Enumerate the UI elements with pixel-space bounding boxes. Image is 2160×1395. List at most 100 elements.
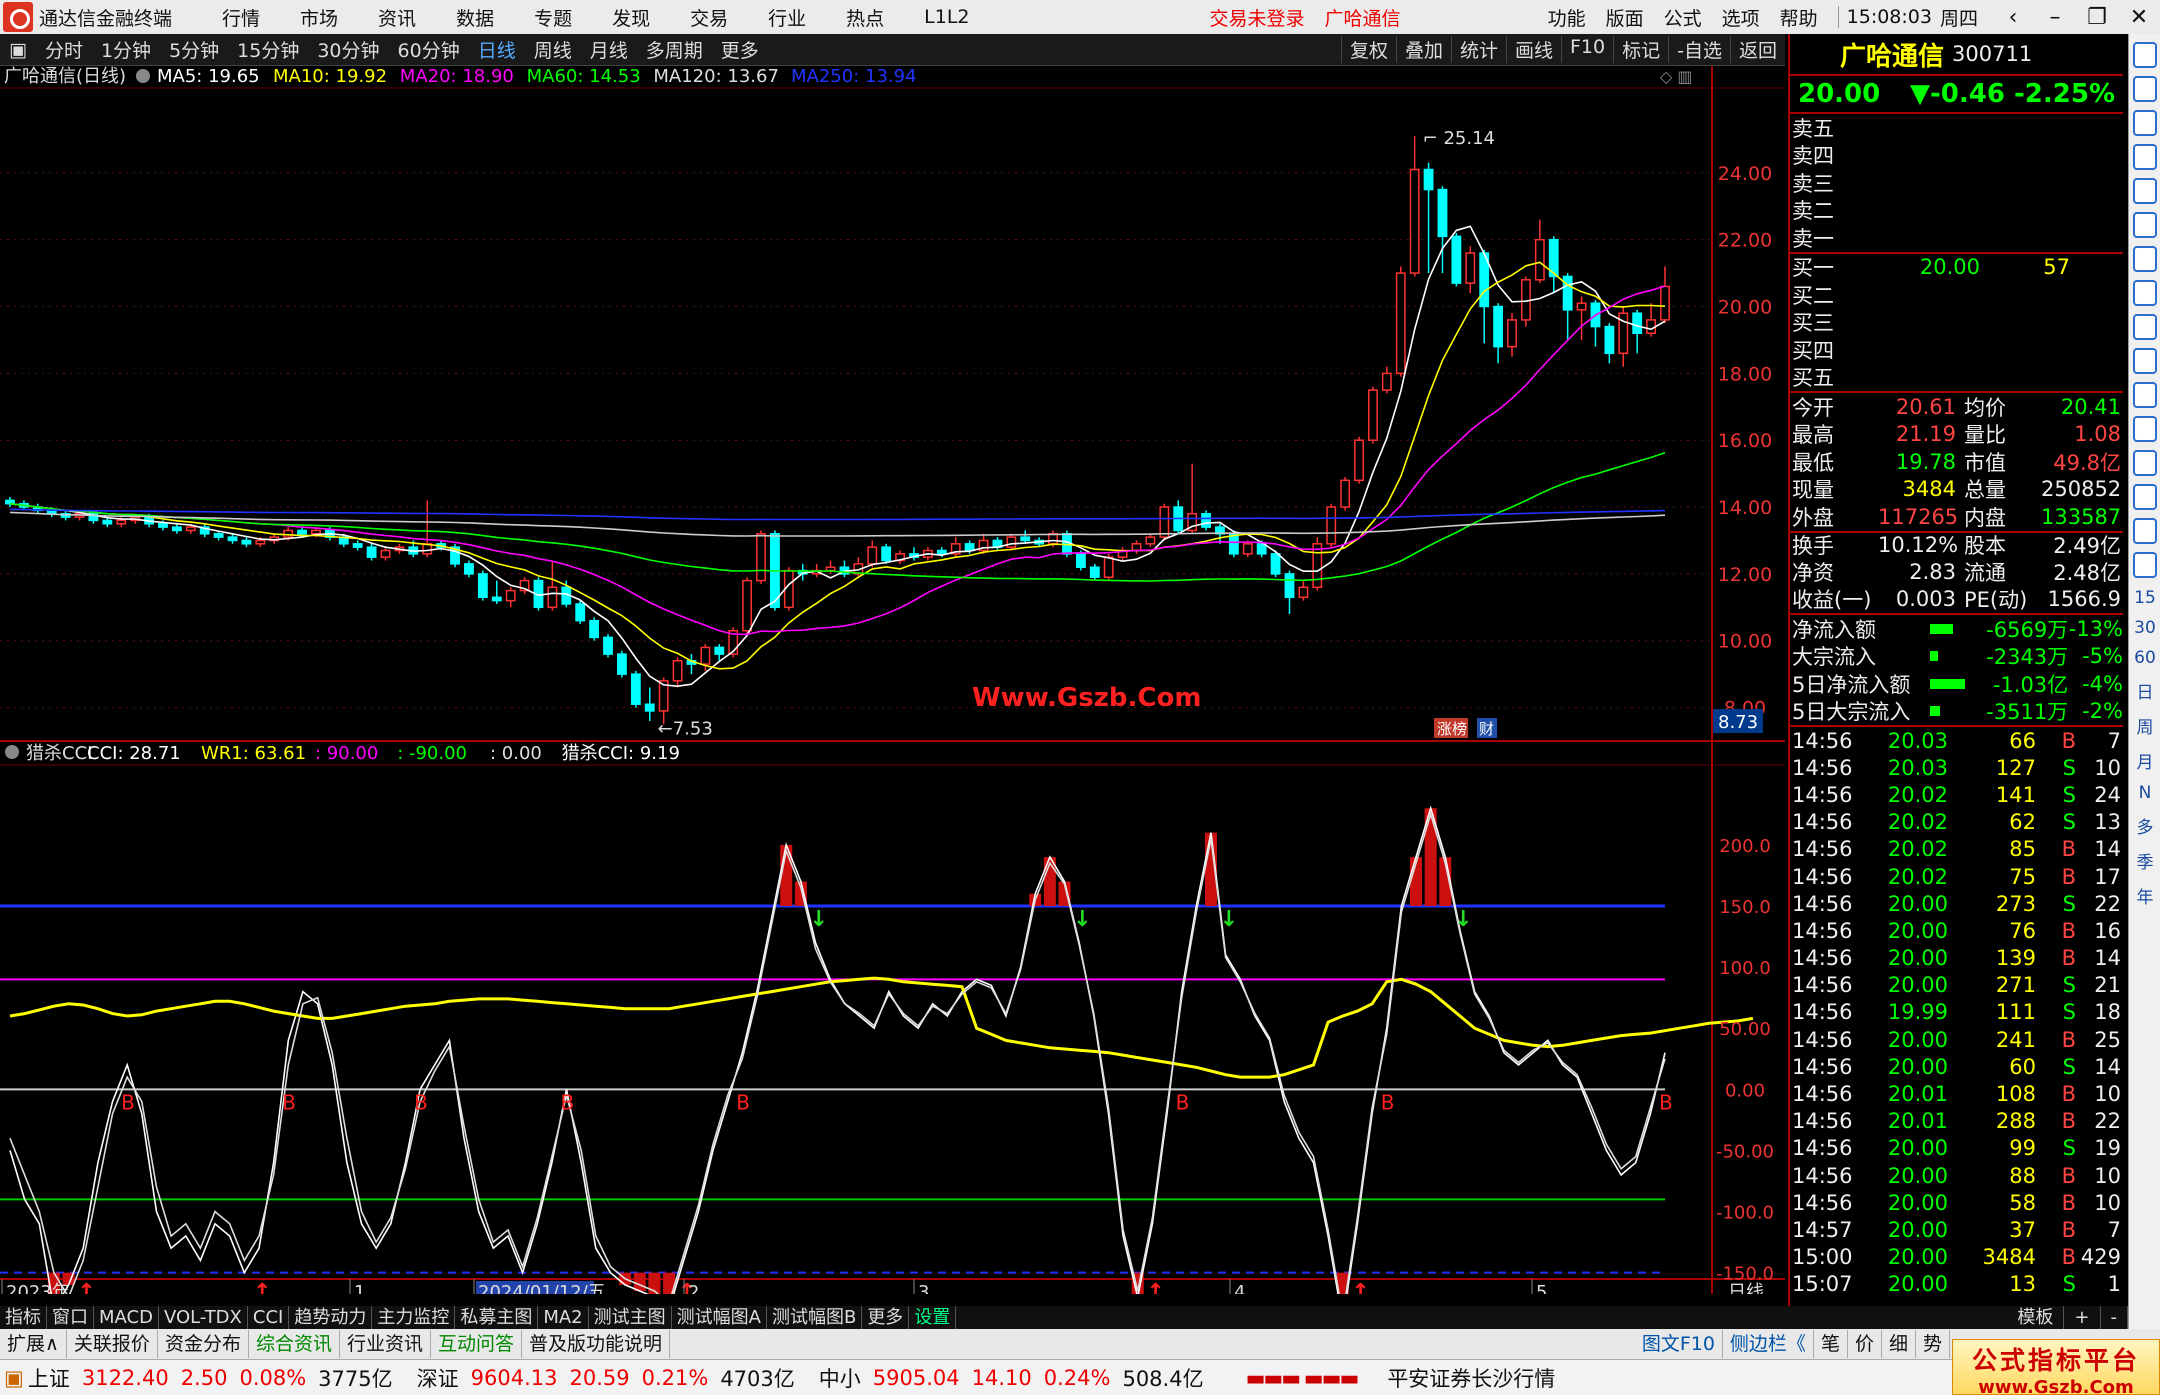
legend-toggle-icon[interactable]: [136, 69, 150, 83]
tick-row[interactable]: 15:00 20.00 3484 B 429: [1790, 1244, 2123, 1271]
side-period-7[interactable]: 多: [2129, 813, 2160, 838]
period-tab-3[interactable]: 15分钟: [228, 36, 308, 63]
tick-row[interactable]: 14:56 20.00 88 B 10: [1790, 1162, 2123, 1189]
side-period-1[interactable]: 30: [2129, 618, 2160, 638]
doc-icon[interactable]: [2132, 348, 2157, 374]
tick-row[interactable]: 14:56 20.00 273 S 22: [1790, 890, 2123, 917]
tick-row[interactable]: 14:56 20.03 127 S 10: [1790, 754, 2123, 781]
tick-list[interactable]: 14:56 20.03 66 B 7 14:56 20.03 127 S 10 14:56 20.02…: [1790, 725, 2123, 1298]
period-tab-1[interactable]: 1分钟: [92, 36, 160, 63]
menu-0[interactable]: 行情: [222, 4, 260, 31]
indicator-tab-9[interactable]: 测试主图: [589, 1306, 672, 1329]
side-tab-2[interactable]: 笔: [1814, 1330, 1848, 1358]
tick-row[interactable]: 14:56 20.00 58 B 10: [1790, 1189, 2123, 1216]
tick-row[interactable]: 14:56 20.02 141 S 24: [1790, 781, 2123, 808]
right-menu-4[interactable]: 帮助: [1780, 4, 1818, 31]
info-tab-1[interactable]: 关联报价: [67, 1330, 158, 1358]
side-period-8[interactable]: 季: [2129, 848, 2160, 873]
chart-pin-icon[interactable]: ◇ ▥: [1660, 67, 1693, 86]
info-tab-4[interactable]: 行业资讯: [340, 1330, 431, 1358]
chart-icon[interactable]: [2132, 382, 2157, 408]
indicator-tab-7[interactable]: 私募主图: [455, 1306, 539, 1329]
chart-tool-3[interactable]: 画线: [1505, 36, 1561, 63]
tick-row[interactable]: 14:56 20.01 108 B 10: [1790, 1080, 2123, 1107]
side-period-9[interactable]: 年: [2129, 883, 2160, 908]
chart-tool-5[interactable]: 标记: [1613, 36, 1668, 63]
template-control-1[interactable]: +: [2064, 1306, 2101, 1329]
menu-5[interactable]: 发现: [612, 4, 650, 31]
tick-row[interactable]: 14:56 20.00 76 B 16: [1790, 917, 2123, 944]
side-tab-3[interactable]: 价: [1848, 1330, 1882, 1358]
side-period-6[interactable]: N: [2129, 783, 2160, 803]
indicator-tab-8[interactable]: MA2: [538, 1306, 589, 1329]
right-menu-3[interactable]: 选项: [1722, 4, 1760, 31]
period-tab-6[interactable]: 日线: [469, 36, 525, 63]
right-menu-2[interactable]: 公式: [1664, 4, 1702, 31]
period-tab-8[interactable]: 月线: [581, 36, 637, 63]
indicator-tab-6[interactable]: 主力监控: [372, 1306, 456, 1329]
side-period-4[interactable]: 周: [2129, 713, 2160, 738]
menu-6[interactable]: 交易: [690, 4, 728, 31]
trend-icon[interactable]: [2132, 212, 2157, 238]
period-tab-0[interactable]: 分时: [36, 36, 92, 63]
list-icon[interactable]: [2132, 280, 2157, 306]
chart-tool-6[interactable]: -自选: [1668, 36, 1730, 63]
back-icon[interactable]: ‹: [1992, 5, 2034, 30]
tick-row[interactable]: 15:07 20.00 13 S 1: [1790, 1271, 2123, 1298]
side-tab-5[interactable]: 势: [1916, 1330, 1950, 1358]
side-period-0[interactable]: 15: [2129, 588, 2160, 608]
kline-icon[interactable]: [2132, 144, 2157, 170]
menu-4[interactable]: 专题: [534, 4, 572, 31]
period-tab-5[interactable]: 60分钟: [389, 36, 469, 63]
menu-1[interactable]: 市场: [300, 4, 338, 31]
info-tab-6[interactable]: 普及版功能说明: [522, 1330, 671, 1358]
tick-row[interactable]: 14:56 19.99 111 S 18: [1790, 999, 2123, 1026]
tick-row[interactable]: 14:56 20.03 66 B 7: [1790, 727, 2123, 754]
tick-row[interactable]: 14:56 20.00 241 B 25: [1790, 1026, 2123, 1053]
indicator-tab-4[interactable]: CCI: [248, 1306, 290, 1329]
cci-legend-toggle-icon[interactable]: [5, 745, 19, 759]
up-icon[interactable]: [2132, 76, 2157, 102]
period-tab-7[interactable]: 周线: [525, 36, 581, 63]
login-status[interactable]: 交易未登录: [1210, 4, 1305, 31]
menu-9[interactable]: L1L2: [924, 6, 969, 28]
tick-row[interactable]: 14:56 20.00 139 B 14: [1790, 945, 2123, 972]
minimize-icon[interactable]: –: [2034, 5, 2076, 30]
side-tab-0[interactable]: 图文F10: [1635, 1330, 1723, 1358]
right-menu-0[interactable]: 功能: [1548, 4, 1586, 31]
period-tab-10[interactable]: 更多: [712, 36, 768, 63]
table-icon[interactable]: [2132, 178, 2157, 204]
tick-row[interactable]: 14:56 20.02 62 S 13: [1790, 809, 2123, 836]
period-tab-4[interactable]: 30分钟: [308, 36, 388, 63]
indicator-tab-12[interactable]: 更多: [862, 1306, 910, 1329]
buy-row[interactable]: 买三: [1790, 309, 2123, 337]
tool-icon[interactable]: [2132, 42, 2157, 68]
indicator-tab-0[interactable]: 指标: [0, 1306, 47, 1329]
indicator-tab-11[interactable]: 测试幅图B: [767, 1306, 863, 1329]
buy-row[interactable]: 买五: [1790, 364, 2123, 392]
tick-row[interactable]: 14:56 20.01 288 B 22: [1790, 1108, 2123, 1135]
panel-toggle-icon[interactable]: ▣: [0, 39, 36, 61]
down-icon[interactable]: [2132, 110, 2157, 136]
side-period-5[interactable]: 月: [2129, 748, 2160, 773]
info-tab-5[interactable]: 互动问答: [431, 1330, 522, 1358]
chart-tool-7[interactable]: 返回: [1729, 36, 1785, 63]
period-tab-2[interactable]: 5分钟: [160, 36, 228, 63]
side-period-3[interactable]: 日: [2129, 678, 2160, 703]
tick-row[interactable]: 14:56 20.02 75 B 17: [1790, 863, 2123, 890]
chart-tool-2[interactable]: 统计: [1450, 36, 1506, 63]
info-tab-3[interactable]: 综合资讯: [249, 1330, 340, 1358]
chart-tool-4[interactable]: F10: [1561, 36, 1613, 63]
buy-row[interactable]: 买一 20.00 57: [1790, 254, 2123, 282]
sell-row[interactable]: 卖三: [1790, 169, 2123, 197]
sell-row[interactable]: 卖四: [1790, 142, 2123, 170]
sell-row[interactable]: 卖二: [1790, 197, 2123, 225]
menu-8[interactable]: 热点: [846, 4, 884, 31]
info-tab-2[interactable]: 资金分布: [158, 1330, 249, 1358]
buy-row[interactable]: 买四: [1790, 336, 2123, 364]
close-icon[interactable]: ✕: [2118, 5, 2160, 30]
period-tab-9[interactable]: 多周期: [637, 36, 712, 63]
template-control-2[interactable]: -: [2101, 1306, 2128, 1329]
f10-icon[interactable]: [2132, 314, 2157, 340]
pen-icon[interactable]: [2132, 518, 2157, 544]
